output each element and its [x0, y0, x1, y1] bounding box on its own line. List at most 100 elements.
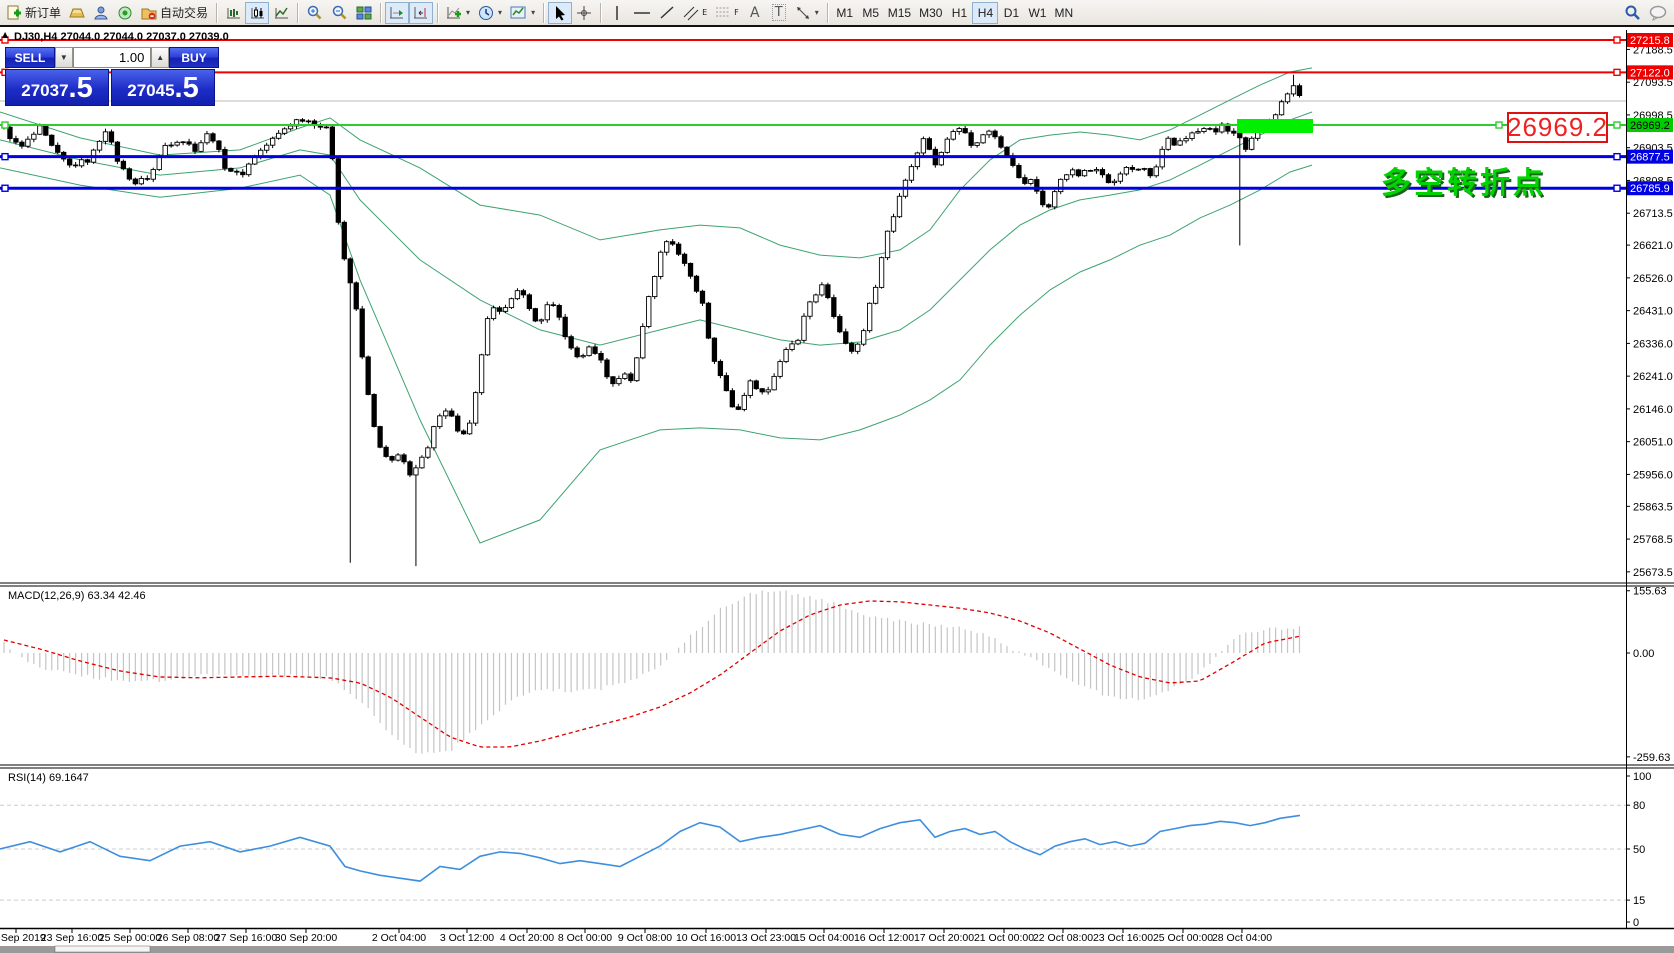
autotrade-button[interactable]: 自动交易: [137, 2, 212, 24]
timeframe-button-mn[interactable]: MN: [1050, 2, 1077, 24]
horizontal-scrollbar-track[interactable]: [0, 946, 1674, 953]
cursor-button[interactable]: [548, 2, 572, 24]
sell-button[interactable]: SELL: [5, 47, 55, 68]
axis-label: 2 Oct 04:00: [372, 932, 426, 944]
trendline-button[interactable]: [655, 2, 679, 24]
candle-body: [211, 134, 215, 141]
chart-object-marker-icon: ▲: [2, 30, 8, 39]
candle-body: [1076, 170, 1080, 176]
timeframe-button-w1[interactable]: W1: [1024, 2, 1050, 24]
line-chart-button[interactable]: [269, 2, 293, 24]
timeframe-button-m30[interactable]: M30: [915, 2, 946, 24]
pivot-annotation-text[interactable]: 多空转折点: [1381, 158, 1546, 202]
zoom-out-button[interactable]: [327, 2, 352, 24]
axis-label: 23 Sep 16:00: [41, 932, 104, 944]
chart-shift-button[interactable]: [409, 2, 433, 24]
crosshair-button[interactable]: [572, 2, 596, 24]
candle-body: [44, 126, 48, 135]
auto-scroll-button[interactable]: [385, 2, 409, 24]
label-button[interactable]: T: [767, 2, 791, 24]
candle-body: [927, 139, 931, 150]
candle-body: [808, 302, 812, 316]
new-order-button[interactable]: 新订单: [2, 2, 65, 24]
tile-windows-button[interactable]: [352, 2, 376, 24]
line-handle[interactable]: [1496, 122, 1502, 128]
pivot-price-callout[interactable]: 26969.2: [1507, 112, 1608, 143]
sell-price-button[interactable]: 27037.5: [5, 69, 109, 106]
chart-background: [0, 0, 1674, 953]
volume-decrease-button[interactable]: ▼: [55, 47, 73, 68]
line-handle[interactable]: [1614, 122, 1620, 128]
candle-body: [223, 149, 227, 168]
toolbar-separator: [297, 3, 298, 23]
timeframe-button-d1[interactable]: D1: [998, 2, 1024, 24]
axis-label: 25956.0: [1633, 469, 1673, 481]
templates-button[interactable]: ▾: [506, 2, 539, 24]
line-handle[interactable]: [2, 185, 8, 191]
candle-body: [1166, 138, 1170, 149]
pivot-highlight-box[interactable]: [1237, 119, 1313, 133]
volume-increase-button[interactable]: ▲: [151, 47, 169, 68]
candle-body: [659, 252, 663, 276]
candle-body: [1124, 167, 1128, 174]
candle-body: [969, 133, 973, 146]
candle-body: [396, 455, 400, 460]
profile-button[interactable]: [89, 2, 113, 24]
horizontal-line-icon: [633, 6, 651, 20]
vertical-line-button[interactable]: [605, 2, 629, 24]
shapes-button[interactable]: ▾: [791, 2, 823, 24]
signals-button[interactable]: [113, 2, 137, 24]
zoom-in-button[interactable]: [302, 2, 327, 24]
candle-body: [1064, 175, 1068, 180]
channel-button[interactable]: E: [679, 2, 711, 24]
buy-price-button[interactable]: 27045.5: [111, 69, 215, 106]
channel-icon: [683, 5, 699, 21]
chart-shift-icon: [413, 5, 429, 20]
timeframe-button-h1[interactable]: H1: [946, 2, 972, 24]
candle-body: [50, 135, 54, 145]
line-handle[interactable]: [2, 154, 8, 160]
candle-body: [909, 167, 913, 181]
signal-icon: [117, 5, 133, 20]
candle-body: [479, 355, 483, 393]
timeframe-button-m1[interactable]: M1: [832, 2, 858, 24]
candle-chart-button[interactable]: [245, 2, 269, 24]
timeframe-button-h4[interactable]: H4: [972, 2, 998, 24]
indicators-button[interactable]: ▾: [442, 2, 474, 24]
candle-body: [26, 139, 30, 146]
candle-body: [1130, 167, 1134, 169]
candle-body: [945, 139, 949, 152]
candle-body: [1184, 139, 1188, 141]
candle-body: [408, 462, 412, 475]
timeframe-button-m5[interactable]: M5: [858, 2, 884, 24]
line-handle[interactable]: [1614, 37, 1620, 43]
horizontal-scrollbar-thumb[interactable]: [55, 946, 150, 952]
axis-label: 21 Oct 00:00: [974, 932, 1034, 944]
candle-body: [288, 126, 292, 129]
fibonacci-button[interactable]: F: [711, 2, 743, 24]
axis-label: 26241.0: [1633, 371, 1673, 383]
volume-input[interactable]: 1.00: [73, 47, 152, 68]
candle-body: [688, 263, 692, 276]
buy-button[interactable]: BUY: [169, 47, 219, 68]
bar-chart-button[interactable]: [221, 2, 245, 24]
candle-body: [963, 129, 967, 133]
line-handle[interactable]: [1614, 69, 1620, 75]
periods-button[interactable]: ▾: [474, 2, 506, 24]
search-button[interactable]: [1620, 2, 1645, 24]
vertical-line-icon: [612, 5, 622, 21]
market-watch-button[interactable]: [65, 2, 89, 24]
line-handle[interactable]: [1614, 154, 1620, 160]
candle-body: [694, 276, 698, 291]
candle-body: [473, 393, 477, 423]
text-button[interactable]: A: [743, 2, 767, 24]
candle-body: [1154, 167, 1158, 176]
line-handle[interactable]: [1614, 185, 1620, 191]
candle-body: [623, 374, 627, 379]
timeframe-button-m15[interactable]: M15: [884, 2, 915, 24]
chat-button[interactable]: [1645, 2, 1672, 24]
candle-body: [1244, 138, 1248, 150]
horizontal-line-button[interactable]: [629, 2, 655, 24]
line-handle[interactable]: [2, 122, 8, 128]
candle-body: [939, 152, 943, 164]
